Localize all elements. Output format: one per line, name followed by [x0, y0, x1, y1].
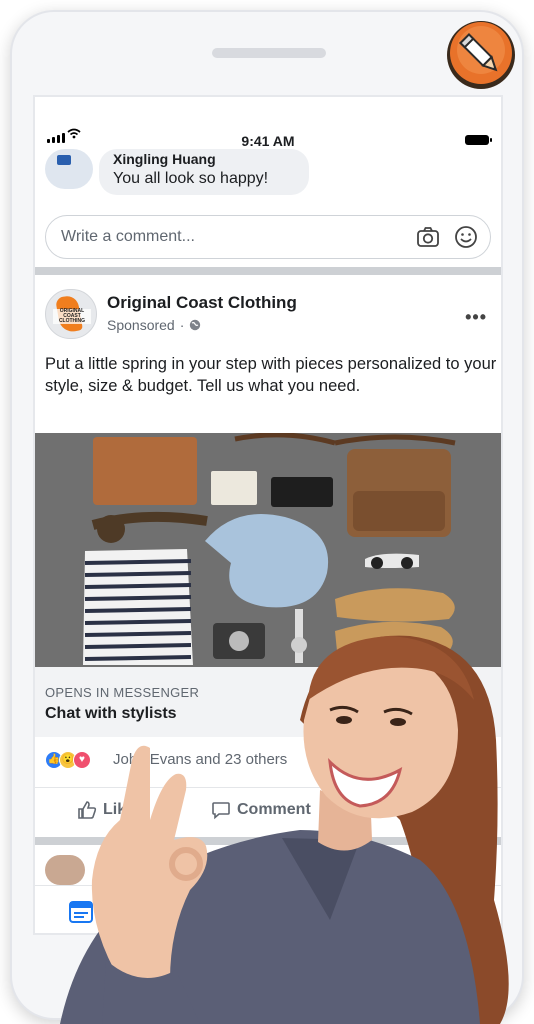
post-actions: Like Comment Share [35, 787, 501, 835]
cta-title: Chat with stylists [45, 705, 177, 722]
comment-placeholder: Write a comment... [61, 228, 195, 245]
status-time: 9:41 AM [241, 133, 295, 149]
comment-author[interactable]: Xingling Huang [113, 151, 295, 167]
separator-dot: · [179, 317, 185, 333]
comment-count[interactable]: 2 Comments [410, 751, 495, 768]
notifications-icon[interactable] [353, 898, 381, 926]
more-options-icon[interactable]: ••• [465, 307, 487, 328]
battery-icon [465, 135, 492, 145]
write-comment-input[interactable]: Write a comment... [45, 215, 491, 259]
love-reaction-icon: ♥ [73, 751, 91, 769]
phone-speaker [212, 48, 326, 58]
news-feed-icon[interactable] [67, 898, 95, 926]
comment-bubble: Xingling Huang You all look so happy! [99, 149, 309, 195]
thumbs-up-icon [78, 801, 97, 819]
share-arrow-icon [405, 801, 424, 818]
next-post-avatar[interactable] [45, 855, 85, 885]
status-bar: 9:41 AM [35, 97, 501, 155]
camera-icon[interactable] [416, 226, 440, 248]
comment-text: You all look so happy! [113, 170, 269, 187]
comment-button[interactable]: Comment [211, 800, 311, 820]
post-text: Put a little spring in your step with pi… [45, 355, 497, 395]
sponsored-label[interactable]: Sponsored [107, 317, 175, 333]
cta-subtitle: OPENS IN MESSENGER [45, 685, 200, 700]
like-button[interactable]: Like [77, 800, 135, 820]
page-avatar[interactable]: ORIGINAL COAST CLOTHING [45, 289, 97, 339]
marketplace-icon[interactable] [257, 898, 285, 926]
post-image[interactable] [35, 433, 503, 667]
messenger-cta[interactable]: OPENS IN MESSENGER Chat with stylists [35, 667, 501, 737]
page-name[interactable]: Original Coast Clothing [107, 293, 297, 313]
share-label: Share [430, 801, 475, 818]
watch-icon[interactable] [163, 898, 191, 926]
reactions-bar: 👍 😮 ♥ John Evans and 23 others 2 Comment… [35, 747, 501, 777]
reaction-icons[interactable]: 👍 😮 ♥ [45, 751, 91, 769]
share-button[interactable]: Share [405, 800, 475, 820]
page-logo-text: ORIGINAL COAST CLOTHING [53, 309, 91, 324]
globe-icon [190, 319, 201, 331]
pencil-icon[interactable] [444, 18, 518, 92]
feed-divider-2 [35, 837, 501, 845]
feed-divider [35, 267, 501, 275]
comment-bubble-icon [212, 802, 230, 820]
post-header: ORIGINAL COAST CLOTHING Original Coast C… [45, 289, 495, 341]
emoji-icon[interactable] [454, 225, 478, 249]
next-post-header: Riza Selcuk Saydam with Xingling Huang [35, 845, 501, 885]
bottom-tab-bar [35, 885, 501, 933]
comment-label: Comment [237, 801, 311, 818]
next-post-title[interactable]: Riza Selcuk Saydam with Xingling Huang [107, 859, 382, 876]
commenter-avatar[interactable] [45, 149, 93, 189]
reaction-names[interactable]: John Evans and 23 others [113, 751, 287, 768]
sponsored-row: Sponsored · [107, 317, 201, 333]
menu-icon[interactable] [449, 898, 477, 926]
like-label: Like [103, 801, 136, 818]
phone-screen: 9:41 AM Xingling Huang You all look so h… [33, 95, 503, 935]
